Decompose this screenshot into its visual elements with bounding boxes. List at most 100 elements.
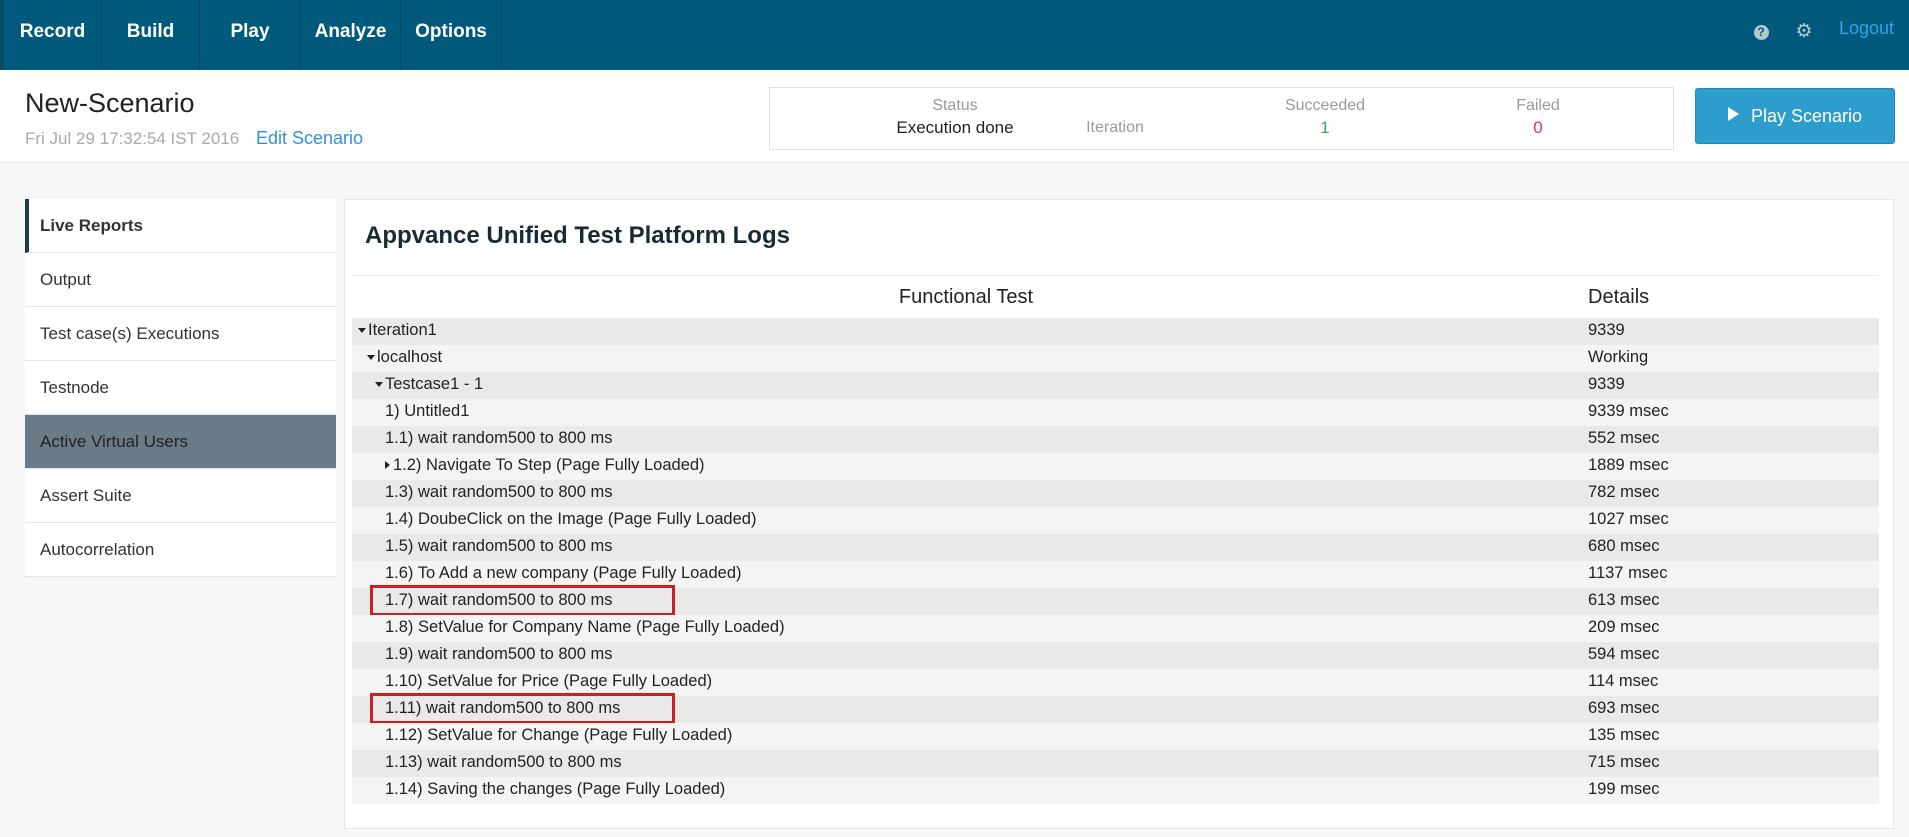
row-label: Iteration1 [368,321,437,339]
failed-label: Failed [1516,97,1560,114]
column-header-functional-test: Functional Test [898,286,1034,308]
succeeded-label: Succeeded [1284,97,1366,114]
table-row[interactable]: 1.14) Saving the changes (Page Fully Loa… [352,777,1879,804]
row-detail: 613 msec [1588,591,1660,609]
table-row[interactable]: 1.12) SetValue for Change (Page Fully Lo… [352,723,1879,750]
question-circle-icon[interactable]: ? [1752,23,1770,41]
caret-down-icon[interactable] [358,328,366,333]
row-detail: 1889 msec [1588,456,1669,474]
table-row[interactable]: 1.11) wait random500 to 800 ms 693 msec [352,693,1879,724]
row-name: 1.5) wait random500 to 800 ms [385,537,612,556]
row-detail: 680 msec [1588,537,1660,555]
row-detail: 114 msec [1588,672,1659,690]
table-row[interactable]: 1.2) Navigate To Step (Page Fully Loaded… [352,453,1879,480]
row-label: 1.13) wait random500 to 800 ms [385,753,622,771]
row-name: 1.2) Navigate To Step (Page Fully Loaded… [385,456,705,475]
table-row[interactable]: 1.1) wait random500 to 800 ms 552 msec [352,426,1879,453]
row-name: 1.11) wait random500 to 800 ms [385,699,620,718]
row-detail: 199 msec [1588,780,1660,798]
sidebar-item-test-case-executions[interactable]: Test case(s) Executions [25,307,336,361]
table-body: Iteration1 9339 localhost Working Testcase1 … [352,318,1879,804]
caret-down-icon[interactable] [367,355,375,360]
sidebar-item-output[interactable]: Output [25,253,336,307]
row-name: 1) Untitled1 [385,402,469,421]
status-label: Status [932,97,978,114]
row-detail: 9339 [1588,321,1625,339]
table-row[interactable]: 1.10) SetValue for Price (Page Fully Loa… [352,669,1879,696]
play-icon [1727,107,1739,121]
reports-sidebar: Live Reports Output Test case(s) Executi… [25,199,336,577]
edit-scenario-link[interactable]: Edit Scenario [256,128,363,149]
scenario-header: New-Scenario Fri Jul 29 17:32:54 IST 201… [0,70,1909,163]
play-scenario-label: Play Scenario [1750,106,1863,126]
row-name: 1.7) wait random500 to 800 ms [385,591,612,610]
table-row[interactable]: 1.13) wait random500 to 800 ms 715 msec [352,750,1879,777]
caret-down-icon[interactable] [375,382,383,387]
sidebar-item-testnode[interactable]: Testnode [25,361,336,415]
row-detail: Working [1588,348,1649,366]
row-name: 1.8) SetValue for Company Name (Page Ful… [385,618,785,637]
row-label: 1.14) Saving the changes (Page Fully Loa… [385,780,726,798]
table-row[interactable]: 1.9) wait random500 to 800 ms 594 msec [352,642,1879,669]
top-navigation-bar: Record Build Play Analyze Options ? ⚙ Lo… [0,0,1909,71]
row-detail: 594 msec [1588,645,1660,663]
logout-link[interactable]: Logout [1839,18,1894,39]
row-detail: 782 msec [1588,483,1660,501]
nav-record[interactable]: Record [4,0,102,70]
column-header-details: Details [1588,286,1650,308]
row-name: Testcase1 - 1 [375,375,483,394]
sidebar-item-active-virtual-users[interactable]: Active Virtual Users [25,415,336,469]
logs-tree-table: Functional Test Details Iteration1 9339 lo… [352,275,1879,804]
row-label: 1.12) SetValue for Change (Page Fully Lo… [385,726,733,744]
row-name: 1.12) SetValue for Change (Page Fully Lo… [385,726,732,745]
row-detail: 1137 msec [1588,564,1668,582]
table-row[interactable]: 1.7) wait random500 to 800 ms 613 msec [352,585,1879,616]
succeeded-count: 1 [1320,118,1330,137]
row-name: 1.4) DoubeClick on the Image (Page Fully… [385,510,756,529]
row-name: Iteration1 [358,321,437,340]
row-name: 1.9) wait random500 to 800 ms [385,645,612,664]
row-detail: 9339 [1588,375,1625,393]
logs-panel: Appvance Unified Test Platform Logs Func… [344,199,1894,829]
failed-count: 0 [1533,118,1543,137]
play-scenario-button[interactable]: Play Scenario [1695,88,1895,144]
row-label: 1.11) wait random500 to 800 ms [385,699,621,717]
sidebar-item-autocorrelation[interactable]: Autocorrelation [25,523,336,577]
table-row[interactable]: 1.6) To Add a new company (Page Fully Lo… [352,561,1879,588]
table-header-row: Functional Test Details [352,275,1879,318]
row-name: 1.13) wait random500 to 800 ms [385,753,622,772]
row-label: localhost [377,348,443,366]
table-row[interactable]: Testcase1 - 1 9339 [352,372,1879,399]
table-row[interactable]: Iteration1 9339 [352,318,1879,345]
scenario-timestamp: Fri Jul 29 17:32:54 IST 2016 [25,129,240,148]
sidebar-item-assert-suite[interactable]: Assert Suite [25,469,336,523]
table-row[interactable]: 1.4) DoubeClick on the Image (Page Fully… [352,507,1879,534]
caret-right-icon[interactable] [385,461,390,469]
row-name: 1.1) wait random500 to 800 ms [385,429,612,448]
row-label: 1.2) Navigate To Step (Page Fully Loaded… [393,456,705,474]
table-row[interactable]: localhost Working [352,345,1879,372]
row-detail: 1027 msec [1588,510,1669,528]
row-detail: 135 msec [1588,726,1660,744]
row-label: 1.10) SetValue for Price (Page Fully Loa… [385,672,713,690]
row-name: localhost [367,348,442,367]
page-title: New-Scenario [25,88,195,118]
nav-play[interactable]: Play [200,0,301,70]
nav-build[interactable]: Build [102,0,200,70]
table-row[interactable]: 1.5) wait random500 to 800 ms 680 msec [352,534,1879,561]
sidebar-item-live-reports[interactable]: Live Reports [25,199,336,253]
table-row[interactable]: 1) Untitled1 9339 msec [352,399,1879,426]
gear-icon[interactable]: ⚙ [1795,22,1813,41]
row-detail: 715 msec [1588,753,1660,771]
nav-analyze[interactable]: Analyze [301,0,401,70]
row-name: 1.6) To Add a new company (Page Fully Lo… [385,564,742,583]
row-label: Testcase1 - 1 [385,375,484,393]
row-detail: 209 msec [1588,618,1660,636]
table-row[interactable]: 1.8) SetValue for Company Name (Page Ful… [352,615,1879,642]
table-row[interactable]: 1.3) wait random500 to 800 ms 782 msec [352,480,1879,507]
row-label: 1.5) wait random500 to 800 ms [385,537,613,555]
row-name: 1.3) wait random500 to 800 ms [385,483,612,502]
row-label: 1.3) wait random500 to 800 ms [385,483,613,501]
row-label: 1.9) wait random500 to 800 ms [385,645,613,663]
nav-options[interactable]: Options [401,0,502,70]
